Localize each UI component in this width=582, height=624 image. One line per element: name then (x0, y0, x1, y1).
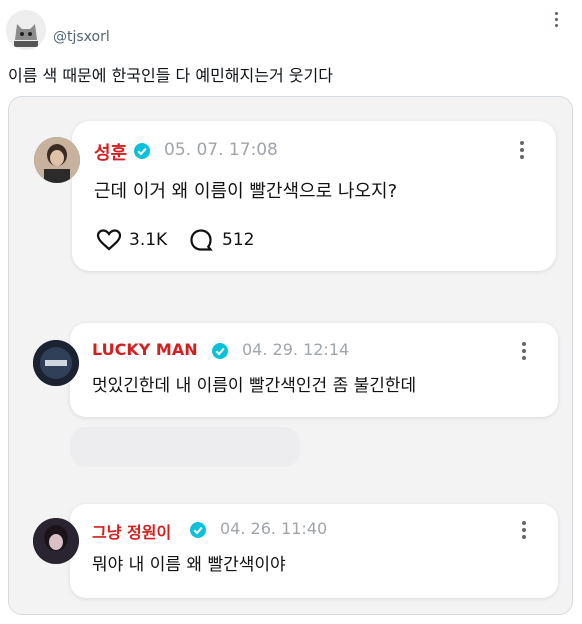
cat-avatar-icon (6, 10, 46, 50)
comment-username: 그냥 정원이 (92, 523, 172, 542)
verified-badge-icon (134, 143, 150, 159)
comment-date: 04. 26. 11:40 (220, 519, 328, 538)
comment-text: 멋있긴한데 내 이름이 빨간색인건 좀 불긴한데 (92, 376, 417, 396)
comment-text: 뭐야 내 이름 왜 빨간색이야 (92, 555, 286, 575)
author-handle[interactable]: @tjsxorl (53, 29, 110, 45)
heart-icon[interactable] (96, 228, 122, 252)
more-options-icon[interactable] (546, 12, 566, 32)
comment-more-icon[interactable] (522, 342, 528, 363)
reply-icon[interactable] (189, 228, 213, 252)
post-text: 이름 색 때문에 한국인들 다 예민해지는거 웃기다 (8, 66, 333, 85)
commenter-avatar (34, 137, 80, 183)
comment-text: 근데 이거 왜 이름이 빨간색으로 나오지? (94, 181, 398, 202)
commenter-avatar (33, 340, 79, 386)
comment-card-3: 그냥 정원이 04. 26. 11:40 뭐야 내 이름 왜 빨간색이야 (70, 504, 558, 598)
comment-card-2: LUCKY MAN 04. 29. 12:14 멋있긴한데 내 이름이 빨간색인… (70, 323, 558, 417)
comment-username: LUCKY MAN (92, 340, 198, 359)
comment-card-1: 성훈 05. 07. 17:08 근데 이거 왜 이름이 빨간색으로 나오지? … (72, 121, 556, 271)
blurred-comment-placeholder (70, 427, 300, 467)
attached-image[interactable]: 성훈 05. 07. 17:08 근데 이거 왜 이름이 빨간색으로 나오지? … (8, 96, 573, 615)
comment-date: 05. 07. 17:08 (164, 140, 278, 160)
comment-more-icon[interactable] (520, 141, 526, 162)
commenter-avatar (33, 518, 79, 564)
verified-badge-icon (190, 522, 206, 538)
verified-badge-icon (212, 343, 228, 359)
reply-count: 512 (222, 230, 255, 250)
comment-more-icon[interactable] (522, 521, 528, 542)
post-author-avatar[interactable] (6, 10, 46, 50)
comment-username: 성훈 (94, 143, 128, 164)
like-count: 3.1K (129, 230, 168, 250)
comment-date: 04. 29. 12:14 (242, 340, 350, 359)
